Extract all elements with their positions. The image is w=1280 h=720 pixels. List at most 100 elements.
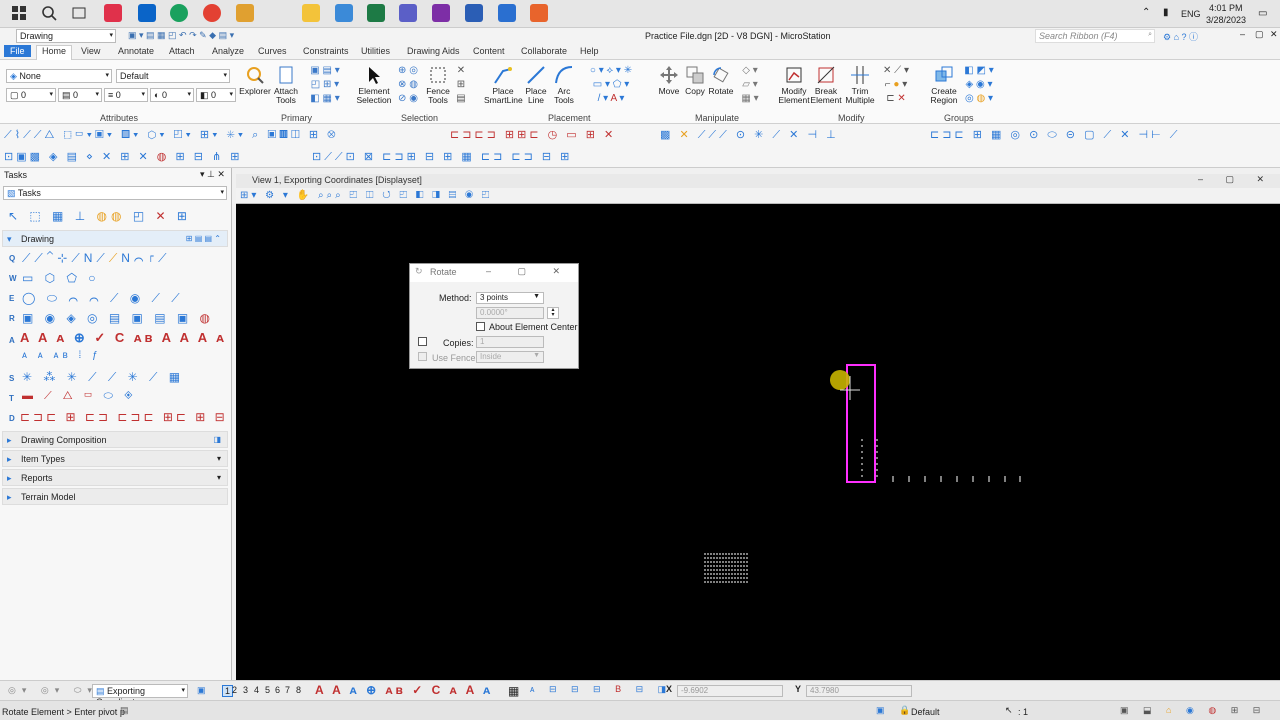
app-icon[interactable] xyxy=(335,4,353,22)
manipulate-small-tools[interactable]: ◇ ▾ ▱ ▾ ▦ ▾ xyxy=(736,64,764,106)
drawing-tools-row-6[interactable]: ✳ ⁂ ✳ ⟋ ⟋ ✳ ⟋ ▦ xyxy=(22,370,184,385)
drawing-tools-row-8[interactable]: ⊏⊐⊏ ⊞ ⊏⊐ ⊏⊐⊏ ⊞⊏ ⊞ ⊟ xyxy=(20,410,228,424)
primary-small-tools[interactable]: ▣ ▤ ▾ ◰ ⊞ ▾ ◧ ▦ ▾ xyxy=(303,64,347,106)
drawing-tools-row-5[interactable]: A A ᴀ ⊕ ✓ C ᴀʙ A A A ᴀ xyxy=(20,330,227,346)
active-level[interactable]: Default xyxy=(911,707,940,717)
use-fence-checkbox[interactable] xyxy=(418,352,427,361)
teams-icon[interactable] xyxy=(399,4,417,22)
chrome-icon[interactable] xyxy=(203,4,221,22)
drawing-tools-row-5b[interactable]: ᴀ ᴀ ᴀʙ ⁞ ƒ xyxy=(22,350,102,361)
y-coordinate-field[interactable]: 43.7980 xyxy=(806,685,912,697)
clock-time[interactable]: 4:01 PM xyxy=(1209,3,1243,13)
priority-select[interactable]: ◧ 0 ▾ xyxy=(196,88,236,102)
quick-access-toolbar[interactable]: ▣ ▾ ▤ ▦ ◰ ↶ ↷ ✎ ◆ ▤ ▾ xyxy=(128,30,234,41)
highlighted-rectangle-element[interactable] xyxy=(846,364,876,483)
view-number-6[interactable]: 6 xyxy=(275,685,280,695)
notification-icon[interactable]: ▭ xyxy=(1258,8,1267,19)
tab-constraints[interactable]: Constraints xyxy=(303,46,349,56)
x-coordinate-field[interactable]: -9.6902 xyxy=(677,685,783,697)
tab-home[interactable]: Home xyxy=(36,45,73,60)
maximize-button[interactable]: ▢ xyxy=(1255,29,1264,40)
view-toolbar-icons[interactable]: ⊞▾ ⚙ ▾ ✋ ⌕⌕⌕ ◰ ◫ ↺ ◰ ◧ ◨ ▤ ◉ ◰ xyxy=(240,190,492,201)
view-canvas[interactable] xyxy=(236,204,1280,680)
rotate-button[interactable]: Rotate xyxy=(707,65,735,96)
placement-small-tools[interactable]: ○ ▾ ⟡ ▾ ✳ ▭ ▾ ⬠ ▾ / ▾ A ▾ xyxy=(580,64,642,106)
weight-select[interactable]: ≡ 0 ▾ xyxy=(104,88,148,102)
view-window-controls[interactable]: – ▢ ✕ xyxy=(1198,174,1274,185)
drawing-composition-section[interactable]: ▸ Drawing Composition ◨ xyxy=(2,431,228,448)
view-number-3[interactable]: 3 xyxy=(243,685,248,695)
view-number-7[interactable]: 7 xyxy=(285,685,290,695)
item-types-section[interactable]: ▸ Item Types ▾ xyxy=(2,450,228,467)
view-number-5[interactable]: 5 xyxy=(265,685,270,695)
angle-field[interactable]: 0.0000° xyxy=(476,307,544,319)
microstation-icon[interactable] xyxy=(498,4,516,22)
reports-section[interactable]: ▸ Reports ▾ xyxy=(2,469,228,486)
tab-utilities[interactable]: Utilities xyxy=(361,46,390,56)
toolbar-row-1-far-right[interactable]: ⊏⊐⊏ ⊞ ▦ ◎ ⊙ ⬭ ⊝ ▢ ⟋ ✕ ⊣⊢ ⟋ xyxy=(930,128,1180,142)
task-view-icon[interactable] xyxy=(70,4,88,22)
copies-checkbox[interactable] xyxy=(418,337,427,346)
outlook-icon[interactable] xyxy=(138,4,156,22)
status-nav-icons[interactable]: ◎▾ ◎▾ ⬭▾ xyxy=(8,685,98,696)
view-group-select[interactable]: ▤ Exporting Coordinat▾ xyxy=(92,684,188,707)
arc-tools-button[interactable]: Arc Tools xyxy=(550,65,578,105)
tab-annotate[interactable]: Annotate xyxy=(118,46,154,56)
drawing-tools-row-1[interactable]: ⟋⟋⌃⊹⟋N⟋⟋N⌒⌈⟋ xyxy=(22,251,171,266)
terrain-model-section[interactable]: ▸ Terrain Model xyxy=(2,488,228,505)
use-fence-select[interactable]: Inside ▼ xyxy=(476,351,544,363)
create-region-button[interactable]: Create Region xyxy=(928,65,960,105)
place-smartline-button[interactable]: Place SmartLine xyxy=(484,65,523,105)
transparency-select[interactable]: ◐ 0 ▾ xyxy=(150,88,194,102)
copy-button[interactable]: Copy xyxy=(682,65,708,96)
toolbar-row-1-right[interactable]: ⊏⊐⊏⊐ ⊞⊞⊏ ◷ ▭ ⊞ ✕ xyxy=(450,128,616,141)
grid-icon[interactable]: ▦ xyxy=(508,684,519,698)
tab-drawing-aids[interactable]: Drawing Aids xyxy=(407,46,460,56)
task-tools-row[interactable]: ↖ ⬚ ▦ ⊥ ◍◍ ◰ ✕ ⊞ xyxy=(8,209,191,223)
angle-spinner[interactable]: ▴ ▾ xyxy=(547,307,559,319)
selection-pointer-icon[interactable]: ↖ xyxy=(1005,705,1013,716)
drawing-tools-row-3[interactable]: ◯ ⬭ ⌒ ⌒ ⟋ ◉ ⟋ ⟋ xyxy=(22,291,184,306)
onenote-icon[interactable] xyxy=(432,4,450,22)
windows-start-icon[interactable] xyxy=(10,4,28,22)
tab-attach[interactable]: Attach xyxy=(169,46,195,56)
title-help-icons[interactable]: ⚙ ⌂ ? ⓘ xyxy=(1163,30,1198,43)
text-style-select[interactable]: Default ▾ xyxy=(116,69,230,83)
view-number-2[interactable]: 2 xyxy=(232,685,237,695)
fence-tools-button[interactable]: Fence Tools xyxy=(424,65,452,105)
file-explorer-icon[interactable] xyxy=(302,4,320,22)
selection-small-tools[interactable]: ⊕ ◎ ⊗ ◍ ⊘ ◉ xyxy=(393,64,423,106)
toolbar-row-1-snaps[interactable]: ▩ ✕ ⟋⟋⟋ ⊙ ✳ ⟋ ✕ ⊣ ⊥ xyxy=(660,128,839,142)
snap-tools-strip[interactable]: ᴀ ⊟ ⊟ ⊟ B ⊟ ◨ xyxy=(530,684,672,695)
toolbar-row-2-left[interactable]: ⊡▣▩ ◈ ▤ ⋄ ✕ ⊞ ✕ ◍ ⊞ ⊟ ⋔ ⊞ xyxy=(4,150,243,163)
trim-multiple-button[interactable]: Trim Multiple xyxy=(844,65,876,105)
view-window[interactable]: View 1, Exporting Coordinates [Displayse… xyxy=(236,174,1280,680)
excel-icon[interactable] xyxy=(367,4,385,22)
tab-analyze[interactable]: Analyze xyxy=(212,46,244,56)
edge-icon[interactable] xyxy=(170,4,188,22)
view-group-icon[interactable]: ▣ xyxy=(197,685,206,696)
groups-small-tools[interactable]: ◧ ◩ ▾ ◈ ◉ ▾ ◎ ◍ ▾ xyxy=(961,64,997,106)
selection-extra-tools[interactable]: ✕ ⊞ ▤ xyxy=(454,64,468,106)
move-button[interactable]: Move xyxy=(656,65,682,96)
drawing-tools-row-4[interactable]: ▣ ◉ ◈ ◎ ▤ ▣ ▤ ▣ ◍ xyxy=(22,311,214,325)
close-button[interactable]: ✕ xyxy=(1270,29,1278,40)
method-select[interactable]: 3 points ▼ xyxy=(476,292,544,304)
tasks-panel-controls[interactable]: ▾ ⊥ ✕ xyxy=(200,169,225,180)
tab-help[interactable]: Help xyxy=(580,46,599,56)
clock-date[interactable]: 3/28/2023 xyxy=(1206,15,1246,25)
explorer-button[interactable]: Explorer xyxy=(238,65,272,96)
search-icon[interactable] xyxy=(40,4,58,22)
store-icon[interactable] xyxy=(104,4,122,22)
word-icon[interactable] xyxy=(465,4,483,22)
search-ribbon-input[interactable]: Search Ribbon (F4) ⌕ xyxy=(1035,29,1155,43)
tab-collaborate[interactable]: Collaborate xyxy=(521,46,567,56)
place-line-button[interactable]: Place Line xyxy=(522,65,550,105)
view-number-8[interactable]: 8 xyxy=(296,685,301,695)
tab-content[interactable]: Content xyxy=(473,46,505,56)
chevron-up-icon[interactable]: ⌃ xyxy=(1142,7,1150,18)
microphone-icon[interactable]: ▮ xyxy=(1163,7,1169,18)
linestyle-select[interactable]: ▤ 0 ▾ xyxy=(58,88,102,102)
attach-tools-button[interactable]: Attach Tools xyxy=(272,65,300,105)
modify-small-tools[interactable]: ✕ ⟋ ▾ ⌐ ● ▾ ⊏ ✕ xyxy=(876,64,916,106)
